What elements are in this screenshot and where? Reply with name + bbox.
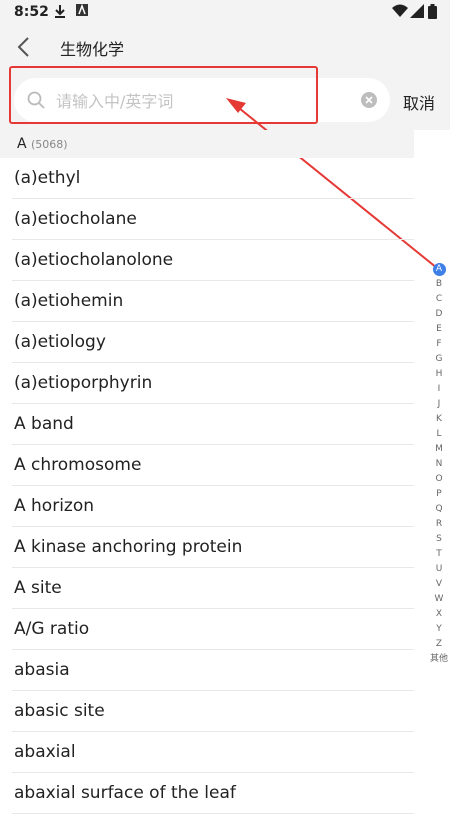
list-item[interactable]: (a)etiology (12, 322, 414, 363)
index-item-m[interactable]: M (428, 442, 450, 457)
status-time: 8:52 (14, 4, 49, 20)
list-item[interactable]: abaxial surface of the leaf (12, 773, 414, 814)
index-item-n[interactable]: N (428, 457, 450, 472)
index-item-t[interactable]: T (428, 547, 450, 562)
status-bar: 8:52 (0, 0, 450, 24)
index-item-x[interactable]: X (428, 607, 450, 622)
list-item[interactable]: A kinase anchoring protein (12, 527, 414, 568)
section-count: (5068) (31, 138, 68, 151)
index-item-j[interactable]: J (428, 397, 450, 412)
header: 生物化学 (0, 24, 450, 70)
alphabet-index-bar[interactable]: A B C D E F G H I J K L M N O P Q R S T … (428, 262, 450, 667)
list-item[interactable]: abasia (12, 650, 414, 691)
index-item-other[interactable]: 其他 (428, 652, 450, 667)
cancel-button[interactable]: 取消 (403, 90, 435, 114)
list-item[interactable]: A chromosome (12, 445, 414, 486)
index-item-w[interactable]: W (428, 592, 450, 607)
list-item[interactable]: abaxial (12, 732, 414, 773)
index-item-g[interactable]: G (428, 352, 450, 367)
index-item-f[interactable]: F (428, 337, 450, 352)
list-item[interactable]: (a)etioporphyrin (12, 363, 414, 404)
list-item[interactable]: A site (12, 568, 414, 609)
index-item-z[interactable]: Z (428, 637, 450, 652)
list-item[interactable]: (a)etiohemin (12, 281, 414, 322)
index-item-l[interactable]: L (428, 427, 450, 442)
battery-icon (428, 4, 437, 22)
list-item[interactable]: abasic site (12, 691, 414, 732)
index-item-a[interactable]: A (428, 262, 450, 277)
section-letter: A (17, 136, 27, 152)
index-item-u[interactable]: U (428, 562, 450, 577)
clear-icon[interactable] (360, 91, 378, 109)
index-item-o[interactable]: O (428, 472, 450, 487)
search-area: 取消 (0, 70, 450, 130)
word-list: (a)ethyl (a)etiocholane (a)etiocholanolo… (0, 158, 414, 814)
search-icon (26, 90, 46, 110)
page-title: 生物化学 (60, 40, 125, 59)
search-box[interactable] (14, 78, 390, 122)
index-item-k[interactable]: K (428, 412, 450, 427)
list-item[interactable]: A band (12, 404, 414, 445)
index-item-h[interactable]: H (428, 367, 450, 382)
list-item[interactable]: A/G ratio (12, 609, 414, 650)
index-item-c[interactable]: C (428, 292, 450, 307)
index-item-q[interactable]: Q (428, 502, 450, 517)
list-item[interactable]: A horizon (12, 486, 414, 527)
search-input[interactable] (54, 85, 358, 117)
index-item-p[interactable]: P (428, 487, 450, 502)
index-item-e[interactable]: E (428, 322, 450, 337)
wifi-icon (392, 4, 408, 21)
index-item-r[interactable]: R (428, 517, 450, 532)
list-item[interactable]: (a)etiocholane (12, 199, 414, 240)
signal-icon (410, 4, 424, 21)
back-arrow-icon[interactable] (12, 34, 38, 60)
index-item-d[interactable]: D (428, 307, 450, 322)
index-item-s[interactable]: S (428, 532, 450, 547)
index-item-i[interactable]: I (428, 382, 450, 397)
section-header: A (5068) (0, 130, 414, 158)
list-item[interactable]: (a)etiocholanolone (12, 240, 414, 281)
index-item-v[interactable]: V (428, 577, 450, 592)
download-icon (54, 4, 66, 21)
index-item-y[interactable]: Y (428, 622, 450, 637)
index-item-b[interactable]: B (428, 277, 450, 292)
list-item[interactable]: (a)ethyl (12, 158, 414, 199)
app-notification-icon (76, 3, 88, 19)
